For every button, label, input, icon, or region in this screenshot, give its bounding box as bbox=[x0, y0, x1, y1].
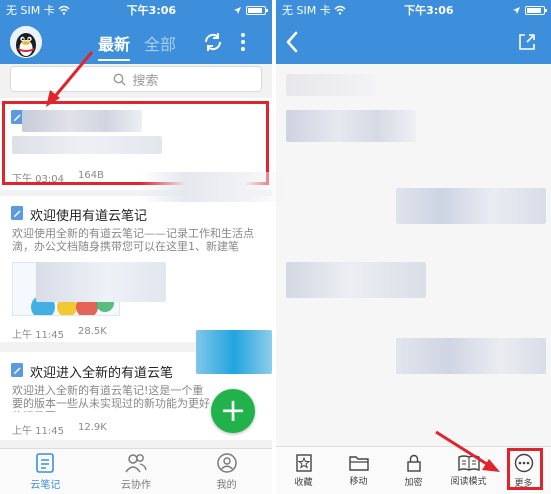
blurred-text bbox=[396, 338, 546, 374]
tab-label: 云笔记 bbox=[30, 479, 61, 491]
add-note-button[interactable]: + bbox=[211, 389, 255, 433]
avatar[interactable] bbox=[10, 26, 42, 58]
tab-label: 我的 bbox=[216, 479, 237, 491]
highlight-box bbox=[507, 448, 543, 490]
folder-icon bbox=[348, 455, 369, 471]
battery-icon bbox=[246, 5, 268, 15]
note-list-screen: 无 SIM 卡 下午3:06 最新 全部 搜索 下午 03:04 164B 欢迎… bbox=[0, 0, 272, 494]
top-nav-bar: 最新 全部 bbox=[0, 20, 272, 64]
blurred-overlay bbox=[196, 330, 272, 374]
status-bar: 无 SIM 卡 下午3:06 bbox=[276, 0, 551, 20]
note-snippet: 欢迎进入全新的有道云笔记!这是一个重要的版本一些从未实现过的新功能为更好的记录更 bbox=[12, 384, 210, 412]
blurred-text bbox=[286, 262, 426, 298]
share-icon[interactable] bbox=[517, 32, 537, 52]
blurred-overlay bbox=[140, 172, 290, 202]
reading-mode-button[interactable]: 阅读模式 bbox=[441, 447, 496, 494]
note-time: 上午 11:45 bbox=[12, 426, 64, 437]
note-snippet: 欢迎使用全新的有道云笔记——记录工作和生活点滴，办公文档随身携带您可以在这里1、… bbox=[12, 227, 254, 253]
note-title: 欢迎进入全新的有道云笔 bbox=[30, 366, 174, 381]
list-item[interactable]: 欢迎使用有道云笔记 欢迎使用全新的有道云笔记——记录工作和生活点滴，办公文档随身… bbox=[0, 196, 272, 342]
blurred-text bbox=[396, 188, 546, 224]
people-icon bbox=[125, 453, 147, 472]
book-icon bbox=[457, 454, 480, 471]
toolbar-label: 加密 bbox=[404, 477, 423, 488]
note-size: 28.5K bbox=[78, 326, 107, 337]
tab-mine[interactable]: 我的 bbox=[181, 449, 272, 494]
tab-latest[interactable]: 最新 bbox=[98, 31, 131, 61]
note-edit-icon bbox=[11, 363, 23, 377]
wifi-icon bbox=[334, 5, 346, 15]
clock: 下午3:06 bbox=[126, 4, 177, 17]
wifi-icon bbox=[58, 5, 70, 15]
note-detail-screen: 无 SIM 卡 下午3:06 收藏 移动 加密 阅读模式 更多 bbox=[276, 0, 551, 494]
tab-all[interactable]: 全部 bbox=[144, 31, 176, 55]
back-icon[interactable] bbox=[284, 30, 300, 54]
note-size: 12.9K bbox=[78, 422, 107, 433]
note-title: 欢迎使用有道云笔记 bbox=[30, 209, 148, 224]
move-button[interactable]: 移动 bbox=[331, 447, 386, 494]
top-nav-bar bbox=[276, 20, 551, 64]
blurred-title bbox=[286, 74, 376, 96]
toolbar-label: 阅读模式 bbox=[450, 476, 487, 487]
tab-collaboration[interactable]: 云协作 bbox=[91, 449, 182, 494]
sync-icon[interactable] bbox=[202, 31, 224, 53]
lock-icon bbox=[406, 454, 421, 472]
tab-label: 云协作 bbox=[121, 479, 151, 491]
blurred-thumbnail bbox=[36, 262, 166, 302]
penguin-avatar-icon bbox=[10, 26, 42, 58]
note-time: 上午 11:45 bbox=[12, 330, 64, 341]
search-input[interactable]: 搜索 bbox=[10, 66, 262, 92]
blurred-text bbox=[286, 110, 416, 142]
toolbar-label: 收藏 bbox=[294, 477, 313, 488]
tab-notes[interactable]: 云笔记 bbox=[0, 449, 91, 494]
carrier-label: 无 SIM 卡 bbox=[282, 4, 331, 17]
toolbar-label: 移动 bbox=[349, 476, 368, 487]
clock: 下午3:06 bbox=[404, 4, 454, 17]
location-icon bbox=[513, 6, 520, 14]
bottom-tab-bar: 云笔记 云协作 我的 bbox=[0, 448, 272, 494]
more-menu-icon[interactable] bbox=[238, 31, 248, 53]
profile-icon bbox=[216, 452, 237, 473]
search-placeholder: 搜索 bbox=[132, 73, 159, 89]
star-icon bbox=[295, 453, 312, 472]
carrier-label: 无 SIM 卡 bbox=[6, 4, 55, 17]
note-icon bbox=[36, 452, 55, 473]
note-edit-icon bbox=[11, 206, 23, 220]
battery-icon bbox=[525, 5, 547, 15]
location-icon bbox=[234, 6, 241, 14]
status-bar: 无 SIM 卡 下午3:06 bbox=[0, 0, 272, 20]
favorite-button[interactable]: 收藏 bbox=[276, 447, 331, 494]
search-icon bbox=[114, 73, 126, 85]
encrypt-button[interactable]: 加密 bbox=[386, 447, 441, 494]
